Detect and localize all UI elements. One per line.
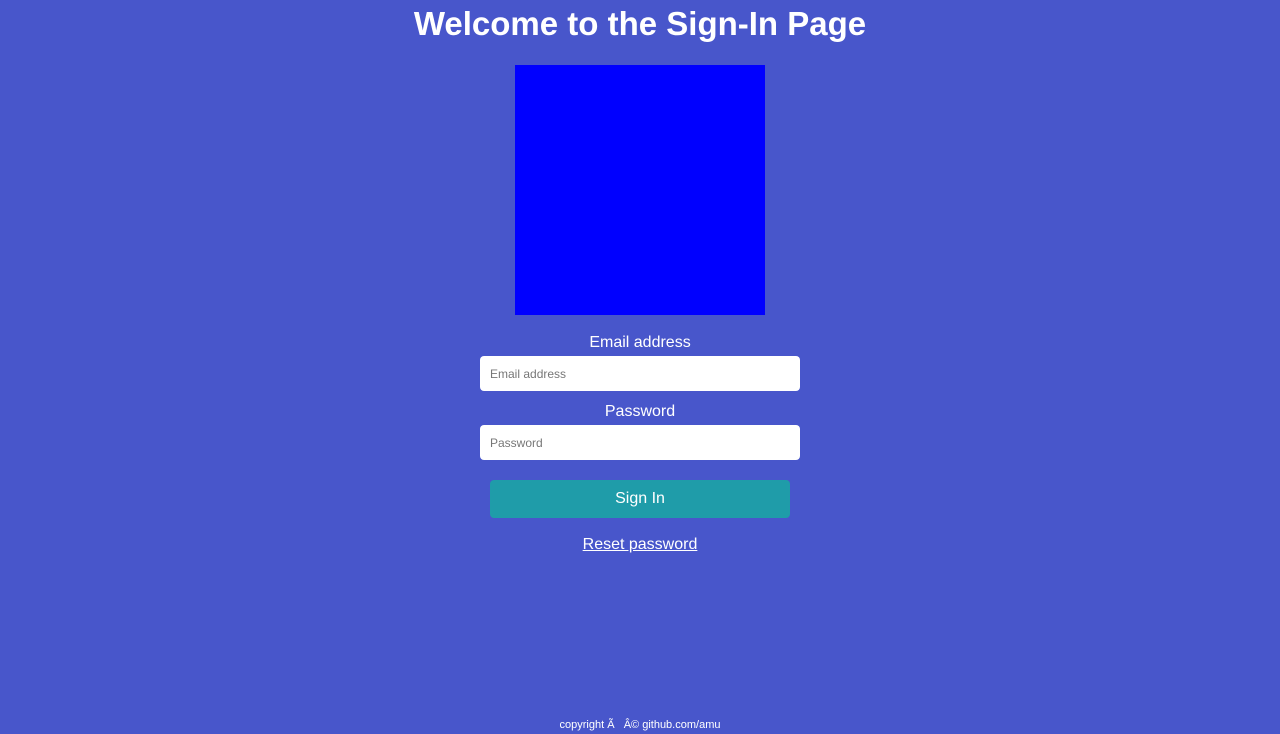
page-title: Welcome to the Sign-In Page [413,5,867,42]
password-input[interactable] [480,425,800,460]
signin-form: Email address Password Sign In Reset pas… [480,330,800,554]
email-label: Email address [589,334,691,351]
logo-image [515,65,765,315]
reset-password-link[interactable]: Reset password [583,536,698,554]
password-label: Password [604,403,676,420]
footer-copyright: copyright Ã Â© github.com/amu [559,719,721,731]
email-input[interactable] [480,356,800,391]
signin-button[interactable]: Sign In [490,480,790,518]
